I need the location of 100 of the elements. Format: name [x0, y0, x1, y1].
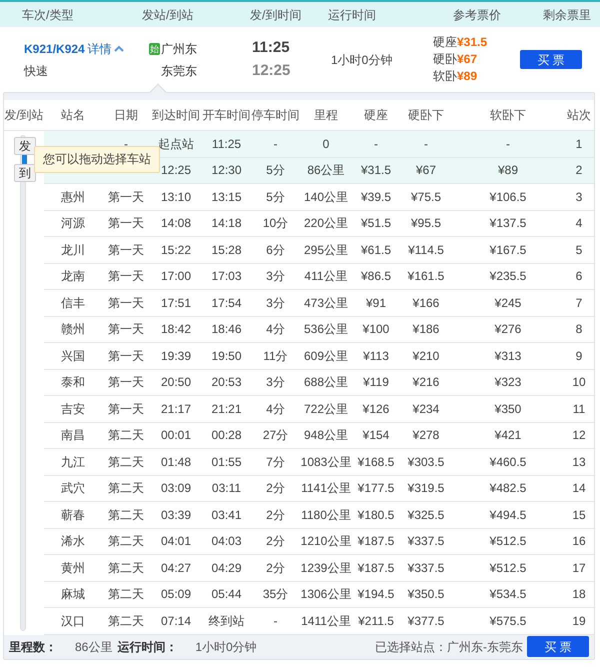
table-cell-text: 722公里	[302, 400, 350, 418]
table-cell-text: 10分	[262, 215, 290, 232]
table-cell-text: 3分	[265, 268, 286, 286]
table-cell-text: ¥377.5	[406, 612, 446, 630]
table-cell-text: 27分	[262, 427, 290, 444]
table-cell-text: 4	[574, 215, 584, 232]
column-header: 参考票价	[452, 6, 502, 24]
table-cell-text: 18:46	[210, 321, 243, 338]
from-slider-handle[interactable]: 发	[14, 137, 36, 155]
station-row[interactable]: 河源 第一天 14:08 14:18 10分 220公里 ¥51.5 ¥95.5 ¥137.5 4	[44, 210, 594, 237]
table-cell-text: ¥186	[412, 321, 440, 338]
table-cell-text: ¥91	[364, 294, 388, 312]
table-cell-text: 11分	[262, 348, 289, 365]
table-cell-text: 泰和	[60, 374, 86, 392]
table-cell-text: 1083公里	[300, 454, 352, 471]
table-cell-text: ¥460.5	[488, 454, 528, 471]
table-cell-text: ¥89	[496, 162, 520, 180]
table-cell-text: 浠水	[60, 533, 86, 550]
table-cell-text: ¥337.5	[406, 533, 446, 550]
table-cell-text: 20:50	[160, 374, 192, 392]
table-cell-text: ¥180.5	[356, 506, 396, 524]
table-cell-text: 1141公里	[300, 480, 352, 498]
table-cell-text: 05:09	[160, 586, 192, 604]
buy-ticket-button[interactable]: 买 票	[527, 636, 589, 657]
table-cell-text: 2分	[265, 480, 286, 498]
table-cell-text: ¥194.5	[356, 586, 396, 604]
table-cell-text: 12:30	[210, 162, 243, 180]
table-cell-text: ¥323	[494, 374, 522, 392]
table-cell-text: 汉口	[60, 612, 86, 630]
column-header: 车次/类型	[21, 6, 74, 24]
fare-text: 硬卧¥67	[433, 51, 478, 68]
table-cell-text: ¥126	[362, 400, 390, 418]
table-cell-text: 20:53	[210, 374, 243, 392]
table-cell-text: 赣州	[60, 321, 86, 338]
table-cell-text: 第一天	[107, 268, 145, 286]
table-cell-text: ¥482.5	[488, 480, 528, 498]
station-row[interactable]: 麻城 第二天 05:09 05:44 35分 1306公里 ¥194.5 ¥350.5 ¥534.5 18	[44, 582, 594, 608]
table-cell-text: 1306公里	[300, 586, 352, 604]
table-cell-text: 第二天	[107, 612, 145, 630]
table-cell-text: 19:39	[160, 348, 192, 365]
table-cell-text: 05:44	[210, 586, 243, 604]
table-cell-text: 九江	[60, 454, 86, 471]
column-header: 到达时间	[151, 107, 201, 124]
table-cell-text: 第一天	[107, 242, 145, 259]
station-row[interactable]: 赣州 第一天 18:42 18:46 4分 536公里 ¥100 ¥186 ¥276 8	[44, 316, 594, 343]
column-header: 剩余票里	[542, 6, 592, 24]
table-cell-text: 第二天	[107, 533, 145, 550]
from-station: 广州东	[161, 40, 197, 58]
table-cell-text: ¥235.5	[488, 268, 528, 286]
table-cell-text: ¥234	[412, 400, 440, 418]
table-cell-text: 13:15	[210, 188, 243, 206]
table-cell-text: ¥313	[494, 348, 522, 365]
station-row[interactable]: 南昌 第二天 00:01 00:28 27分 948公里 ¥154 ¥278 ¥421 12	[44, 422, 594, 449]
table-cell-text: 龙川	[60, 242, 86, 259]
table-cell-text: ¥325.5	[406, 506, 446, 524]
column-header: 运行时间	[327, 6, 377, 24]
table-cell-text: ¥350.5	[406, 586, 446, 604]
station-row[interactable]: 泰和 第一天 20:50 20:53 3分 688公里 ¥119 ¥216 ¥323 10	[44, 370, 594, 396]
table-cell-text: ¥137.5	[488, 215, 528, 232]
table-cell-text: ¥216	[412, 374, 440, 392]
table-cell-text: 18	[571, 586, 587, 604]
to-slider-handle[interactable]: 到	[14, 164, 36, 182]
table-cell-text: ¥67	[414, 162, 438, 180]
column-header: 发站/到站	[141, 6, 194, 24]
table-cell-text: 惠州	[60, 188, 86, 206]
table-cell-text: 220公里	[302, 215, 350, 232]
table-cell-text: 00:01	[160, 427, 192, 444]
table-cell-text: -	[423, 136, 429, 153]
column-header: 里程	[313, 107, 339, 124]
table-cell-text: 15:28	[210, 242, 243, 259]
train-number-link[interactable]: K921/K924	[24, 40, 85, 58]
buy-ticket-button[interactable]: 买 票	[520, 50, 582, 69]
table-cell-text: 第一天	[107, 321, 145, 338]
station-row[interactable]: 龙南 第一天 17:00 17:03 3分 411公里 ¥86.5 ¥161.5 ¥235.5 6	[44, 264, 594, 290]
details-link[interactable]: 详情	[88, 40, 124, 58]
table-cell-text: 黄州	[60, 560, 86, 577]
table-cell-text: 03:39	[160, 506, 192, 524]
origin-badge: 始	[149, 42, 160, 54]
table-cell-text: 19	[571, 612, 587, 630]
station-row[interactable]: 浠水 第二天 04:01 04:03 2分 1210公里 ¥187.5 ¥337.5 ¥512.5 16	[44, 528, 594, 555]
table-cell-text: 第二天	[107, 586, 145, 604]
table-cell-text: 武穴	[60, 480, 86, 498]
table-cell-text: 00:28	[210, 427, 243, 444]
table-cell-text: ¥512.5	[488, 560, 528, 577]
table-cell-text: 1210公里	[300, 533, 352, 550]
departure-time: 11:25	[252, 38, 291, 58]
arrival-time: 12:25	[252, 60, 292, 80]
table-cell-text: ¥167.5	[488, 242, 528, 259]
table-cell-text: 1239公里	[300, 560, 352, 577]
table-cell-text: 03:11	[210, 480, 242, 498]
table-cell-text: ¥276	[494, 321, 522, 338]
table-cell-text: 14:08	[160, 215, 192, 232]
table-cell-text: ¥494.5	[488, 506, 528, 524]
table-cell-text: ¥161.5	[406, 268, 446, 286]
table-cell-text: 龙南	[60, 268, 86, 286]
table-cell-text: 21:21	[210, 400, 243, 418]
table-cell-text: 35分	[262, 586, 290, 604]
table-cell-text: 04:01	[160, 533, 192, 550]
station-row[interactable]: 武穴 第二天 03:09 03:11 2分 1141公里 ¥177.5 ¥319.5 ¥482.5 14	[44, 476, 594, 502]
table-cell-text: 03:09	[160, 480, 192, 498]
